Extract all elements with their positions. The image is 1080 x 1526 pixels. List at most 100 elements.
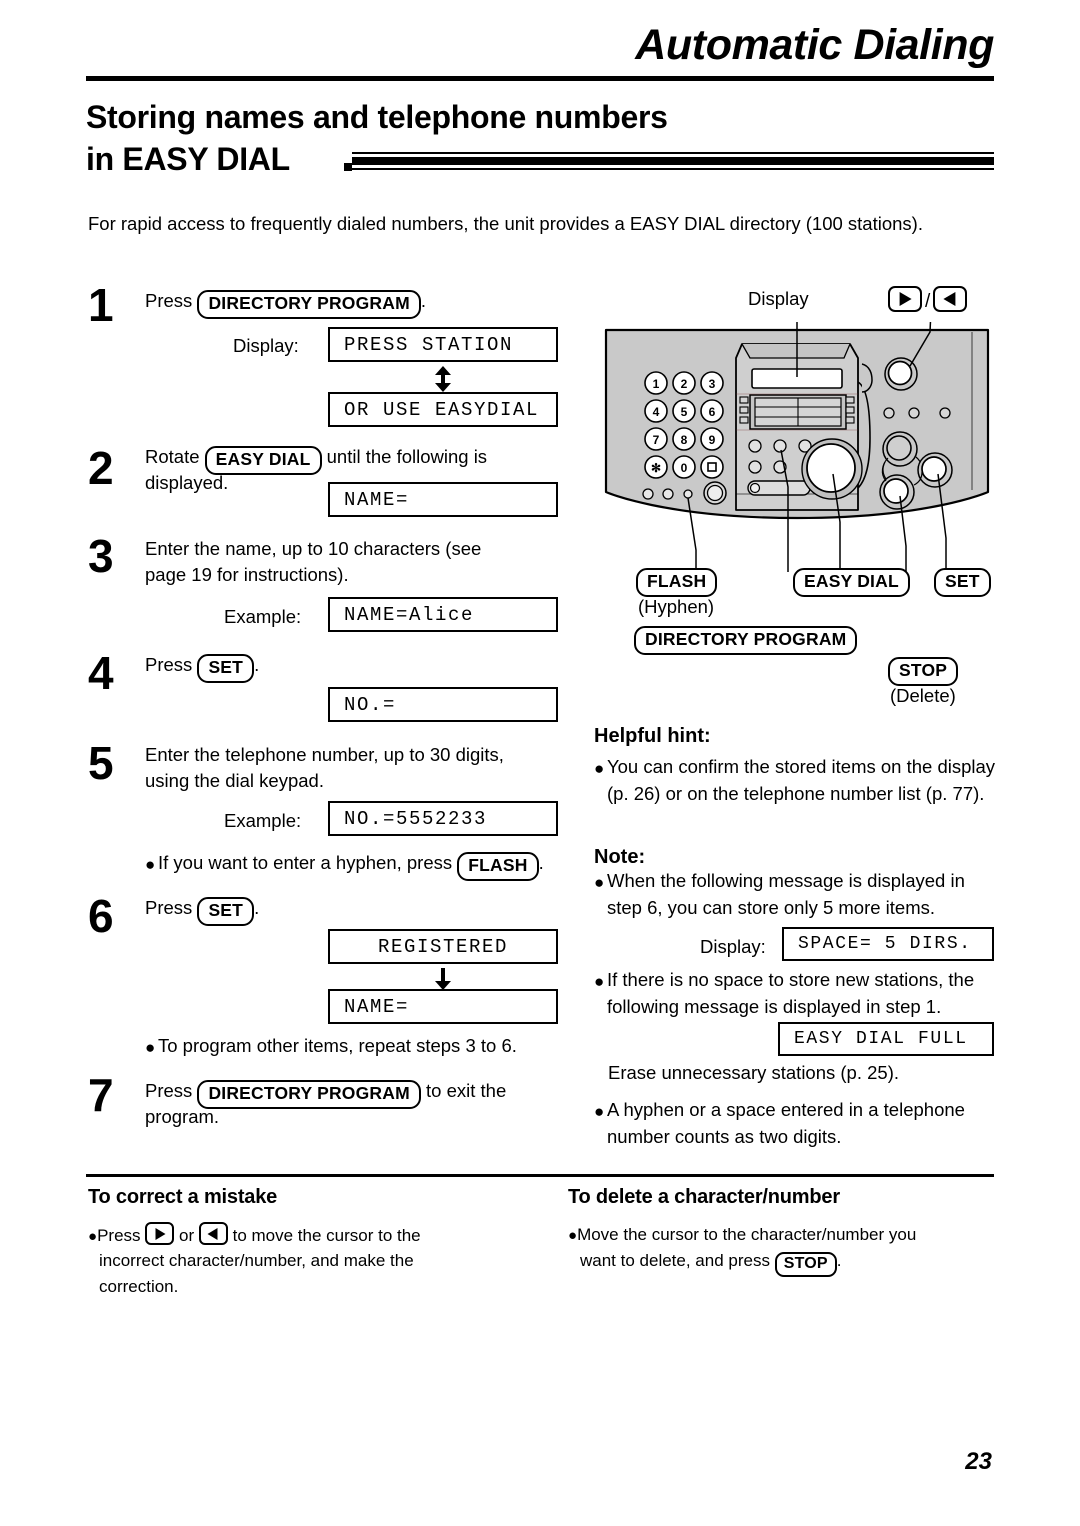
- flash-key[interactable]: FLASH: [636, 568, 718, 597]
- bullet-icon: ●: [594, 873, 605, 892]
- lcd-name-empty-2: NAME=: [328, 989, 558, 1024]
- double-arrow-icon: [435, 366, 451, 392]
- down-arrow-icon: [435, 968, 451, 990]
- easy-dial-key[interactable]: EASY DIAL: [793, 568, 910, 597]
- note-item-2-text: If there is no space to store new statio…: [607, 969, 975, 1017]
- step-7-number: 7: [88, 1069, 114, 1121]
- step-1-display-label: Display:: [233, 335, 299, 356]
- set-key[interactable]: SET: [197, 897, 255, 926]
- svg-text:3: 3: [709, 377, 716, 391]
- bottom-left-body: ●Press or to move the cursor to the: [88, 1222, 558, 1249]
- helpful-hint-title: Helpful hint:: [594, 725, 711, 747]
- step-2-number: 2: [88, 442, 114, 494]
- lcd-registered: REGISTERED: [328, 929, 558, 964]
- directory-program-callout: DIRECTORY PROGRAM: [634, 626, 858, 655]
- directory-program-key[interactable]: DIRECTORY PROGRAM: [634, 626, 858, 655]
- chapter-title: Automatic Dialing: [635, 21, 994, 69]
- device-panel-svg: 1 2 3 4 5 6 7 8 9 ✻ 0: [604, 322, 990, 572]
- step-5-note: ● If you want to enter a hyphen, press F…: [145, 850, 575, 881]
- svg-text:4: 4: [653, 405, 660, 419]
- step-2-text-before: Rotate: [145, 446, 200, 467]
- bullet-icon: ●: [145, 855, 156, 874]
- flash-sub-label: (Hyphen): [638, 596, 715, 617]
- set-key[interactable]: SET: [197, 654, 255, 683]
- lcd-text: NAME=: [344, 488, 410, 511]
- lcd-space-5-dirs: SPACE= 5 DIRS.: [782, 927, 994, 961]
- lcd-text: NO.=5552233: [344, 807, 488, 830]
- step-2-text-line2: displayed.: [145, 472, 229, 493]
- title-decoration-square: [344, 163, 352, 171]
- flash-key[interactable]: FLASH: [457, 852, 539, 881]
- step-3-text-line2: page 19 for instructions).: [145, 564, 349, 585]
- fax-machine-illustration: 1 2 3 4 5 6 7 8 9 ✻ 0: [600, 322, 994, 572]
- svg-text:6: 6: [709, 405, 716, 419]
- lcd-text: NO.=: [344, 693, 397, 716]
- svg-text:2: 2: [681, 377, 688, 391]
- lcd-no-empty: NO.=: [328, 687, 558, 722]
- directory-program-key[interactable]: DIRECTORY PROGRAM: [197, 1080, 421, 1109]
- note-item-1-text: When the following message is displayed …: [607, 870, 965, 918]
- bottom-left-or: or: [179, 1226, 195, 1245]
- step-5-note-text: If you want to enter a hyphen, press FLA…: [158, 850, 575, 881]
- bullet-icon: ●: [568, 1227, 578, 1244]
- bottom-right-line1: Move the cursor to the character/number …: [577, 1225, 917, 1244]
- section-title-line1: Storing names and telephone numbers: [86, 99, 668, 135]
- set-key[interactable]: SET: [934, 568, 991, 597]
- lcd-text: NAME=: [344, 995, 410, 1018]
- note-item-2: ● If there is no space to store new stat…: [594, 967, 996, 1021]
- helpful-hint-item-text: You can confirm the stored items on the …: [607, 756, 996, 804]
- svg-text:✻: ✻: [651, 461, 661, 475]
- lcd-text: REGISTERED: [377, 935, 509, 958]
- left-arrow-key[interactable]: [933, 286, 968, 312]
- step-2-text-after: until the following is: [326, 446, 488, 467]
- step-7-text-before: Press: [145, 1080, 193, 1101]
- step-6-text: Press SET.: [145, 895, 259, 926]
- page-number: 23: [965, 1448, 992, 1475]
- stop-sub-label: (Delete): [890, 685, 956, 706]
- svg-text:7: 7: [653, 433, 660, 447]
- directory-program-key[interactable]: DIRECTORY PROGRAM: [197, 290, 421, 319]
- right-arrow-key[interactable]: [145, 1222, 175, 1245]
- note-item-2-after: Erase unnecessary stations (p. 25).: [608, 1062, 900, 1083]
- step-5-number: 5: [88, 737, 114, 789]
- note-item-1: ● When the following message is displaye…: [594, 868, 996, 922]
- lcd-text: EASY DIAL FULL: [794, 1029, 968, 1049]
- step-4-number: 4: [88, 647, 114, 699]
- helpful-hint-item-1: ● You can confirm the stored items on th…: [594, 754, 996, 808]
- lcd-text: SPACE= 5 DIRS.: [798, 934, 972, 954]
- step-3-example-label: Example:: [224, 606, 302, 627]
- step-5-text-line2: using the dial keypad.: [145, 770, 324, 791]
- display-callout-label: Display: [748, 288, 809, 309]
- step-7-text-line2: program.: [145, 1106, 220, 1127]
- bullet-icon: ●: [594, 972, 605, 991]
- lcd-or-use-easydial: OR USE EASYDIAL: [328, 392, 558, 427]
- bullet-icon: ●: [145, 1038, 156, 1057]
- stop-callout: STOP: [888, 657, 959, 686]
- lcd-no-5552233: NO.=5552233: [328, 801, 558, 836]
- lcd-easy-dial-full: EASY DIAL FULL: [778, 1022, 994, 1056]
- step-6-note-text: To program other items, repeat steps 3 t…: [158, 1035, 517, 1056]
- cursor-keys-callout: /: [888, 286, 968, 313]
- step-6-text-after: .: [254, 897, 260, 918]
- step-5-text-line1: Enter the telephone number, up to 30 dig…: [145, 744, 504, 765]
- note-item-3-text: A hyphen or a space entered in a telepho…: [607, 1099, 965, 1147]
- flash-callout: FLASH: [636, 568, 718, 597]
- bullet-icon: ●: [88, 1228, 98, 1245]
- svg-text:1: 1: [653, 377, 660, 391]
- note-display-label: Display:: [700, 936, 766, 957]
- note-item-3: ● A hyphen or a space entered in a telep…: [594, 1097, 996, 1151]
- step-1-text-after: .: [420, 290, 427, 311]
- bottom-right-line2: want to delete, and press STOP.: [580, 1248, 842, 1277]
- step-6-note: ● To program other items, repeat steps 3…: [145, 1033, 575, 1060]
- stop-key[interactable]: STOP: [774, 1252, 837, 1277]
- right-arrow-key[interactable]: [888, 286, 922, 312]
- lcd-text: OR USE EASYDIAL: [344, 398, 540, 421]
- step-1-text: Press DIRECTORY PROGRAM.: [145, 288, 426, 319]
- slash-separator: /: [925, 291, 931, 312]
- step-1-text-before: Press: [145, 290, 193, 311]
- bottom-left-line3: correction.: [99, 1277, 179, 1296]
- step-5-example-label: Example:: [224, 810, 302, 831]
- step-6-number: 6: [88, 890, 114, 942]
- left-arrow-key[interactable]: [198, 1222, 228, 1245]
- stop-key[interactable]: STOP: [888, 657, 959, 686]
